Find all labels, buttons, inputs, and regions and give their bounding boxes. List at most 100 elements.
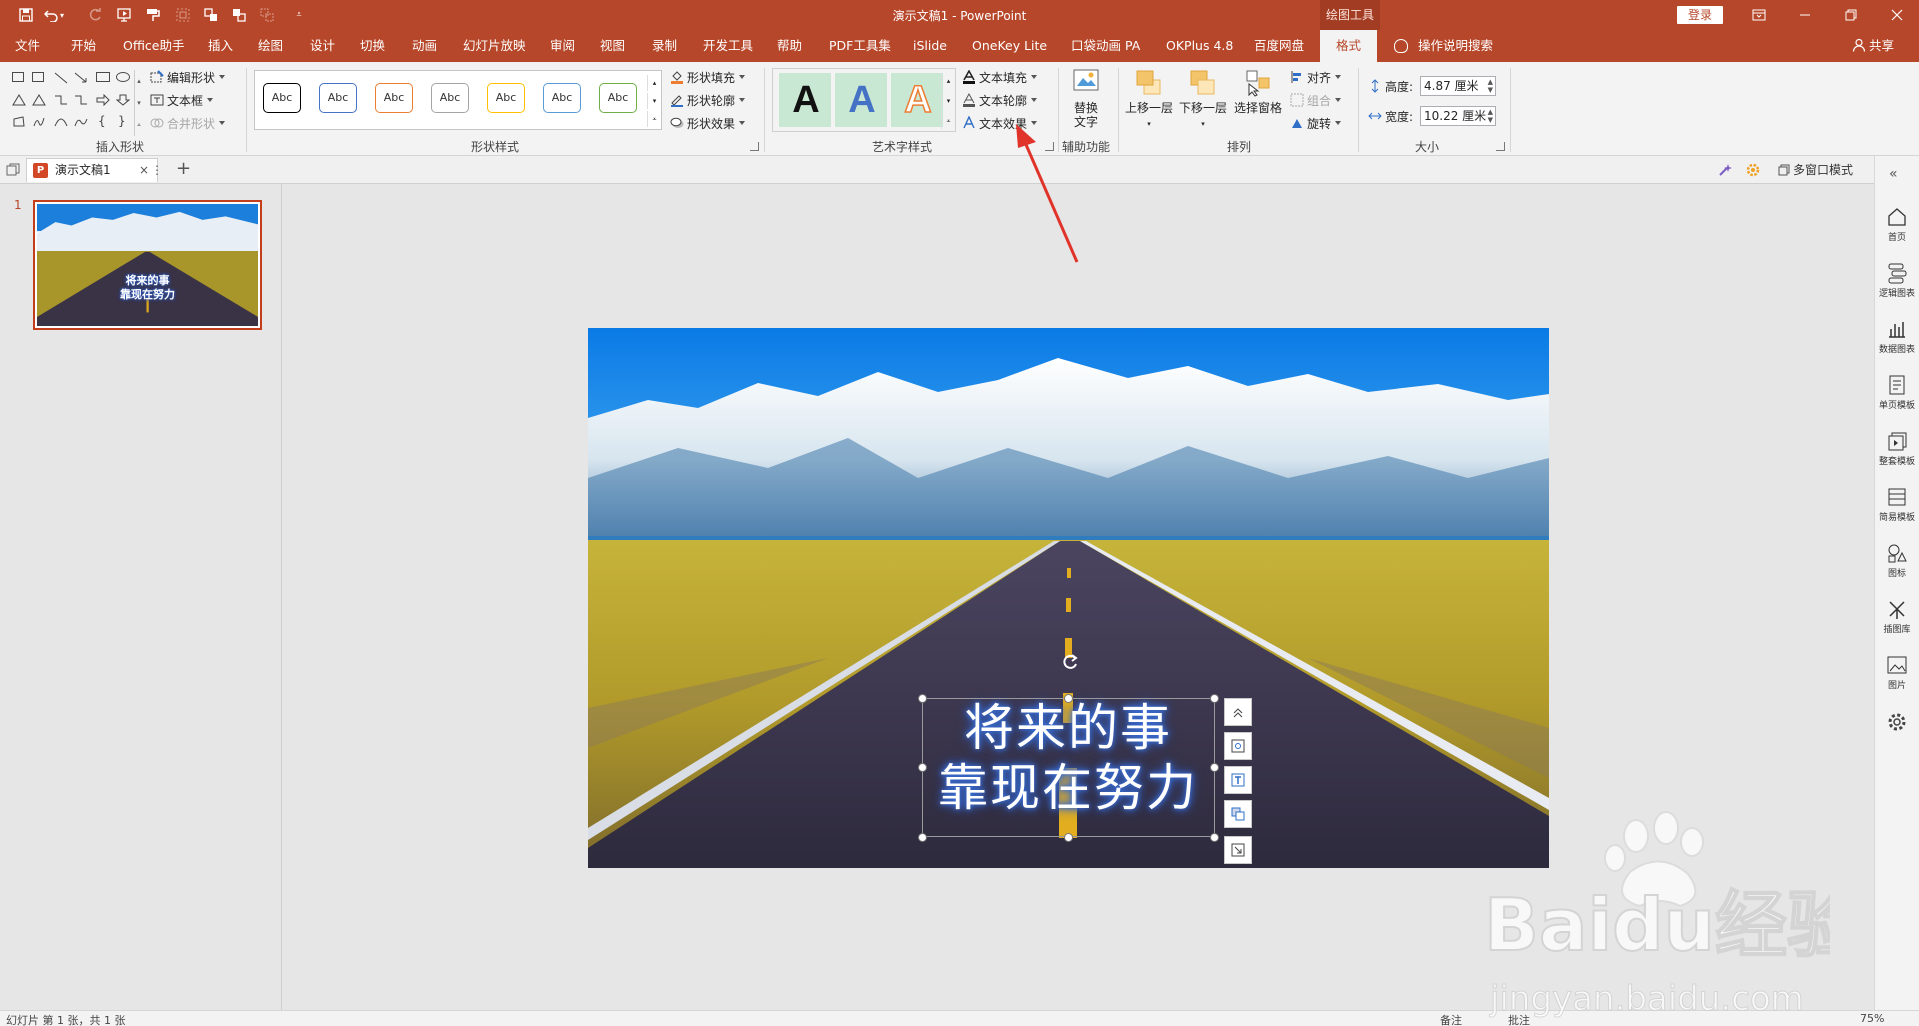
shapes-gallery[interactable]: { } ▴ ▾ ⩡ <box>8 70 143 138</box>
tab-home[interactable]: 开始 <box>71 30 96 62</box>
alt-text-button[interactable]: 替换 文字 <box>1066 68 1106 129</box>
down-arrow-shape-icon[interactable] <box>116 94 130 106</box>
login-button[interactable]: 登录 <box>1677 6 1723 24</box>
tab-transitions[interactable]: 切换 <box>360 30 385 62</box>
merge-shapes-button[interactable]: 合并形状 <box>150 113 226 133</box>
wordart-gallery[interactable]: A A A ▴ ▾ ⩡ <box>772 68 956 132</box>
right-arrow-shape-icon[interactable] <box>96 94 110 106</box>
resize-handle[interactable] <box>918 833 927 842</box>
dialog-launcher-icon[interactable] <box>1496 142 1505 151</box>
resize-handle[interactable] <box>1064 694 1073 703</box>
rail-illustrations[interactable]: 插图库 <box>1875 598 1919 635</box>
gallery-more-icon[interactable]: ⩡ <box>941 113 955 129</box>
rail-icons[interactable]: 图标 <box>1875 542 1919 579</box>
tab-okplus[interactable]: OKPlus 4.8 <box>1166 30 1233 62</box>
shape-style-swatch[interactable]: Abc <box>599 83 637 113</box>
edit-shape-button[interactable]: 编辑形状 <box>150 67 226 87</box>
text-box-selection[interactable] <box>922 698 1215 837</box>
share-button[interactable]: 共享 <box>1852 30 1894 62</box>
resize-handle[interactable] <box>1210 833 1219 842</box>
wordart-style-blue[interactable]: A <box>841 79 883 121</box>
group-button[interactable]: 组合 <box>1290 90 1342 110</box>
tab-draw[interactable]: 绘图 <box>258 30 283 62</box>
tab-help[interactable]: 帮助 <box>777 30 802 62</box>
elbow-connector-shape-icon[interactable] <box>54 94 68 106</box>
triangle2-shape-icon[interactable] <box>32 94 46 106</box>
tab-review[interactable]: 审阅 <box>550 30 575 62</box>
line-shape-icon[interactable] <box>54 72 68 84</box>
gallery-scroll-up-icon[interactable]: ▴ <box>647 75 661 91</box>
left-brace-shape-icon[interactable]: { <box>98 114 106 128</box>
new-tab-icon[interactable]: + <box>176 158 191 179</box>
rotate-handle-icon[interactable] <box>1060 652 1080 672</box>
send-backward-button[interactable]: 下移一层 ▾ <box>1178 68 1228 131</box>
rail-full-templates[interactable]: 整套模板 <box>1875 430 1919 467</box>
tab-animations[interactable]: 动画 <box>412 30 437 62</box>
tab-insert[interactable]: 插入 <box>208 30 233 62</box>
tab-menu-icon[interactable]: ⋮ <box>151 159 163 181</box>
tab-developer[interactable]: 开发工具 <box>703 30 753 62</box>
dialog-launcher-icon[interactable] <box>750 142 759 151</box>
rail-single-templates[interactable]: 单页模板 <box>1875 374 1919 411</box>
rotate-button[interactable]: 旋转 <box>1290 113 1342 133</box>
tab-format[interactable]: 格式 <box>1320 30 1378 62</box>
tab-file[interactable]: 文件 <box>15 30 40 62</box>
gallery-scroll-up-icon[interactable]: ▴ <box>941 73 955 89</box>
text-box-button[interactable]: 文本框 <box>150 90 214 110</box>
document-tab[interactable]: P 演示文稿1 × ⋮ <box>26 158 163 182</box>
arrow-line-shape-icon[interactable] <box>74 72 88 84</box>
shape-fill-button[interactable]: 形状填充 <box>670 67 746 87</box>
tab-islide[interactable]: iSlide <box>913 30 947 62</box>
gallery-scroll-down-icon[interactable]: ▾ <box>647 93 661 109</box>
height-spinner-icon[interactable]: ▲ ▼ <box>1488 78 1493 94</box>
shape-outline-button[interactable]: 形状轮廓 <box>670 90 746 110</box>
resize-handle[interactable] <box>1210 694 1219 703</box>
text-format-icon[interactable] <box>1224 766 1252 794</box>
curve-shape-icon[interactable] <box>74 116 88 128</box>
text-box-shape-icon[interactable] <box>12 72 24 82</box>
rail-home[interactable]: 首页 <box>1875 206 1919 243</box>
slide-thumbnail[interactable]: 将来的事 靠现在努力 <box>33 200 262 330</box>
layout-options-icon[interactable] <box>1224 732 1252 760</box>
wordart-style-outline-orange[interactable]: A <box>897 78 939 122</box>
tab-baidu-netdisk[interactable]: 百度网盘 <box>1254 30 1304 62</box>
arc-shape-icon[interactable] <box>54 116 68 128</box>
tab-list-icon[interactable] <box>6 163 20 180</box>
notes-button[interactable]: 备注 <box>1440 1012 1462 1026</box>
vertical-text-shape-icon[interactable] <box>32 72 44 82</box>
freeform-shape-icon[interactable] <box>12 116 26 128</box>
width-input[interactable]: 10.22 厘米 ▲ ▼ <box>1420 106 1496 126</box>
text-effects-button[interactable]: 文本效果 <box>962 113 1038 133</box>
shapes-gallery-scroll[interactable]: ▴ ▾ ⩡ <box>134 70 143 136</box>
height-input[interactable]: 4.87 厘米 ▲ ▼ <box>1420 76 1496 96</box>
rectangle-shape-icon[interactable] <box>96 72 110 82</box>
tab-design[interactable]: 设计 <box>310 30 335 62</box>
shape-effects-button[interactable]: 形状效果 <box>670 113 746 133</box>
close-tab-icon[interactable]: × <box>139 159 149 181</box>
gallery-more-icon[interactable]: ⩡ <box>647 111 661 127</box>
shape-style-swatch[interactable]: Abc <box>543 83 581 113</box>
selection-pane-button[interactable]: 选择窗格 <box>1232 68 1284 115</box>
resize-handle[interactable] <box>918 694 927 703</box>
close-icon[interactable] <box>1874 0 1919 30</box>
tab-record[interactable]: 录制 <box>652 30 677 62</box>
multi-window-button[interactable]: 多窗口模式 <box>1778 156 1853 184</box>
gear-orange-icon[interactable] <box>1746 163 1760 180</box>
settings-icon[interactable] <box>1885 710 1909 737</box>
bring-forward-button[interactable]: 上移一层 ▾ <box>1124 68 1174 131</box>
ribbon-display-icon[interactable] <box>1736 0 1782 30</box>
collapse-toolbar-icon[interactable] <box>1224 698 1252 726</box>
dialog-launcher-icon[interactable] <box>1045 142 1054 151</box>
resize-handle[interactable] <box>1210 763 1219 772</box>
scribble-shape-icon[interactable] <box>32 116 46 128</box>
tab-onekey-lite[interactable]: OneKey Lite <box>972 30 1047 62</box>
tab-pocket-animation[interactable]: 口袋动画 PA <box>1071 30 1140 62</box>
right-brace-shape-icon[interactable]: } <box>118 114 126 128</box>
text-fill-button[interactable]: 文本填充 <box>962 67 1038 87</box>
elbow-arrow-shape-icon[interactable] <box>74 94 88 106</box>
shape-style-swatch[interactable]: Abc <box>263 83 301 113</box>
shape-style-swatch[interactable]: Abc <box>431 83 469 113</box>
tab-office-helper[interactable]: Office助手 <box>123 30 185 62</box>
collapse-panel-icon[interactable]: « <box>1889 166 1898 182</box>
rail-logic-charts[interactable]: 逻辑图表 <box>1875 262 1919 299</box>
